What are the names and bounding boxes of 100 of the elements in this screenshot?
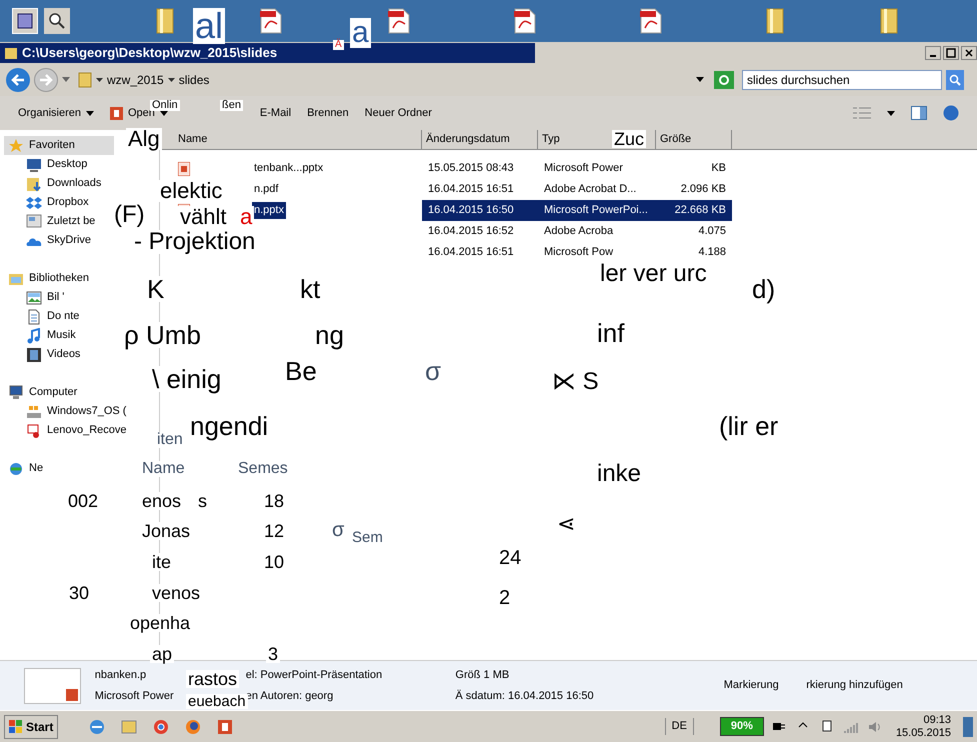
slide-text-fragment: 10: [262, 553, 286, 571]
slide-text-fragment: Name: [140, 461, 187, 477]
slide-text-fragment: 18: [262, 492, 286, 510]
maximize-button[interactable]: [943, 46, 959, 60]
dropbox-icon: [26, 194, 42, 210]
file-row[interactable]: 16.04.2015 16:51 Microsoft Pow 4.188: [422, 242, 732, 263]
clock[interactable]: 09:13 15.05.2015: [890, 714, 957, 740]
file-row[interactable]: 16.04.2015 16:52 Adobe Acroba 4.075: [422, 221, 732, 242]
view-options-icon[interactable]: [853, 107, 871, 119]
slide-text-fragment: 12: [262, 522, 286, 540]
file-row[interactable]: 15.05.2015 08:43 Microsoft Power KB: [422, 158, 732, 179]
nav-item[interactable]: Musik: [8, 326, 76, 345]
language-indicator[interactable]: DE: [664, 718, 694, 735]
file-size: 22.668 KB: [674, 204, 726, 216]
show-desktop-icon[interactable]: [963, 716, 973, 736]
star-icon: [8, 138, 24, 154]
column-header[interactable]: Typ: [542, 131, 560, 148]
slide-thumbnail: [24, 668, 81, 704]
pdf-file-icon: [514, 8, 536, 34]
slide-text-fragment: rastos: [186, 670, 240, 688]
desktop-icon: [26, 156, 42, 172]
detail-text: Ä sdatum: 16.04.2015 16:50: [455, 688, 594, 704]
window-title: C:\Users\georg\Desktop\wzw_2015\slides: [22, 44, 278, 62]
file-row[interactable]: 16.04.2015 16:51 Adobe Acrobat D... 2.096 KB: [422, 179, 732, 200]
back-button[interactable]: [6, 68, 30, 92]
toolbar-button[interactable]: Brennen: [307, 104, 349, 122]
breadcrumb-item[interactable]: wzw_2015: [107, 71, 164, 89]
nav-item[interactable]: Videos: [8, 345, 80, 364]
refresh-icon: [718, 74, 730, 86]
close-button[interactable]: [961, 46, 977, 60]
breadcrumb-caret-icon: [96, 78, 103, 82]
powerpoint-icon: [110, 106, 123, 120]
slide-text-fragment: Jonas: [140, 522, 192, 540]
file-type: Microsoft Pow: [544, 246, 614, 258]
slide-text-fragment: al: [193, 8, 226, 44]
file-row[interactable]: 16.04.2015 16:50 Microsoft PowerPoi... 22.668 KB: [422, 200, 732, 221]
search-button[interactable]: [946, 70, 964, 90]
detail-text: Microsoft Power: [94, 688, 174, 704]
nav-item[interactable]: Zuletzt be: [8, 212, 96, 231]
detail-text: Markierung: [724, 678, 779, 694]
minimize-button[interactable]: [925, 46, 941, 60]
toolbar-button[interactable]: E-Mail: [260, 104, 292, 122]
column-header[interactable]: Name: [178, 131, 208, 148]
file-type: Microsoft Power: [544, 162, 623, 174]
file-date: 15.05.2015 08:43: [428, 162, 514, 174]
slide-text-fragment: iten: [155, 432, 185, 448]
pdf-file-icon: [388, 8, 410, 34]
slide-text-fragment: enos: [140, 492, 184, 510]
nav-section[interactable]: Ne: [8, 459, 44, 478]
slide-text-fragment: ite: [150, 553, 174, 571]
breadcrumb-caret-icon: [168, 78, 175, 82]
magnifier-icon[interactable]: [44, 8, 70, 34]
maximize-icon: [945, 47, 957, 59]
nav-section[interactable]: Computer: [8, 383, 78, 402]
dropdown-caret-icon: [62, 77, 70, 83]
detail-text: nbanken.p: [94, 668, 146, 683]
window-select-icon[interactable]: [12, 8, 38, 34]
refresh-button[interactable]: [714, 71, 734, 89]
network-icon: [8, 460, 24, 476]
slide-text-fragment: a: [350, 18, 371, 48]
folder-icon: [766, 7, 784, 35]
file-size: 4.188: [698, 246, 726, 258]
slide-text-fragment: Alg: [126, 128, 162, 150]
nav-item[interactable]: Windows7_OS (: [8, 402, 126, 421]
search-field[interactable]: slides durchsuchen: [742, 70, 942, 90]
slide-text-fragment: ßen: [220, 100, 243, 111]
music-icon: [26, 328, 42, 344]
column-header[interactable]: Änderungsdatum: [426, 131, 510, 148]
forward-arrow-icon: [39, 74, 53, 86]
nav-section[interactable]: Bibliotheken: [8, 269, 89, 288]
search-icon: [949, 74, 961, 86]
nav-item[interactable]: Bil ': [8, 288, 64, 307]
pictures-icon: [26, 290, 42, 306]
nav-item[interactable]: Do nte: [8, 307, 80, 326]
close-icon: [963, 47, 975, 59]
minimize-icon: [930, 55, 936, 57]
file-type: Microsoft PowerPoi...: [544, 204, 648, 216]
nav-item[interactable]: Desktop: [8, 155, 88, 174]
start-button[interactable]: Start: [4, 714, 58, 738]
videos-icon: [26, 346, 42, 362]
nav-item[interactable]: Dropbox: [8, 193, 89, 212]
column-header[interactable]: Größe: [660, 131, 692, 148]
slide-text-fragment: Sem: [350, 530, 385, 545]
slide-text-fragment: Ä: [333, 40, 344, 50]
nav-item[interactable]: Downloads: [8, 174, 102, 193]
computer-icon: [8, 384, 24, 400]
toolbar-button[interactable]: Neuer Ordner: [364, 104, 432, 122]
nav-item[interactable]: Lenovo_Recove: [8, 421, 127, 440]
nav-item[interactable]: SkyDrive: [8, 231, 92, 250]
forward-button[interactable]: [34, 68, 58, 92]
file-date: 16.04.2015 16:52: [428, 225, 514, 238]
detail-text: Größ 1 MB: [455, 668, 510, 683]
file-type: Adobe Acrobat D...: [544, 183, 636, 196]
nav-section[interactable]: Favoriten: [4, 136, 114, 155]
dropdown-caret-icon: [887, 110, 895, 116]
folder-icon: [156, 7, 174, 35]
toolbar-button[interactable]: Organisieren: [18, 104, 94, 122]
breadcrumb-item[interactable]: slides: [178, 71, 210, 89]
preview-pane-icon[interactable]: [911, 106, 927, 120]
back-arrow-icon: [11, 74, 25, 86]
